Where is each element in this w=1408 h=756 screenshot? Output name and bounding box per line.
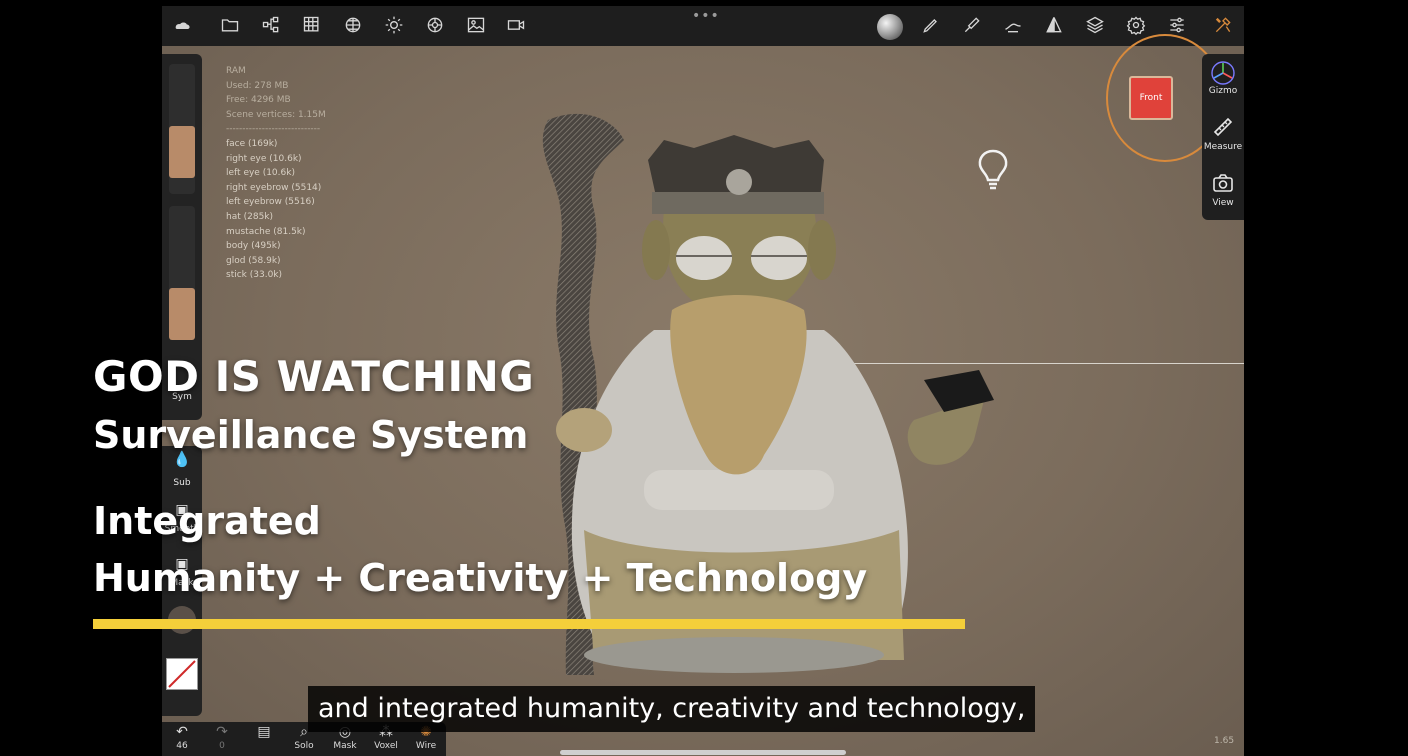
sub-button[interactable]: Sub: [162, 478, 202, 488]
camera-icon: [1202, 172, 1244, 198]
tools-icon[interactable]: [1212, 15, 1234, 37]
measure-button[interactable]: Measure: [1202, 116, 1244, 152]
sphere-topology-icon[interactable]: [342, 15, 364, 37]
settings-gear-icon[interactable]: [1125, 15, 1147, 37]
color-swatch-none[interactable]: [166, 658, 198, 690]
object-entry: hat (285k): [226, 211, 274, 222]
light-bulb-icon[interactable]: [976, 148, 1010, 192]
view-button[interactable]: View: [1202, 172, 1244, 208]
overlay-title: GOD IS WATCHING: [93, 352, 535, 401]
sun-icon[interactable]: [383, 15, 405, 37]
right-panel: Gizmo Measure View: [1202, 54, 1244, 220]
solo-label: Solo: [294, 741, 314, 751]
brush-icon[interactable]: [961, 15, 983, 37]
redo-button[interactable]: ↷ 0: [202, 724, 242, 752]
object-entry: left eye (10.6k): [226, 168, 295, 179]
measure-label: Measure: [1203, 142, 1243, 152]
object-entry: mustache (81.5k): [226, 226, 306, 237]
radius-slider-thumb[interactable]: [169, 126, 195, 178]
layers-icon[interactable]: [1084, 15, 1106, 37]
overlay-subtitle: Surveillance System: [93, 413, 529, 457]
stats-separator: -----------------------------: [226, 124, 321, 135]
ruler-icon: [1202, 116, 1244, 142]
undo-button[interactable]: ↶ 46: [162, 724, 202, 752]
brush-stroke-icon[interactable]: [1002, 15, 1024, 37]
overlay-line-integrated: Integrated: [93, 499, 321, 543]
scene-stats: RAM Used: 278 MB Free: 4296 MB Scene ver…: [226, 64, 326, 283]
gizmo-axes-icon: [1202, 60, 1244, 86]
object-entry: left eyebrow (5516): [226, 197, 315, 208]
intensity-slider-thumb[interactable]: [169, 288, 195, 340]
redo-count: 0: [219, 741, 225, 751]
object-entry: glod (58.9k): [226, 255, 281, 266]
top-toolbar: •••: [162, 6, 1244, 46]
mask-toggle-label: Mask: [333, 741, 357, 751]
cloud-icon[interactable]: [172, 15, 194, 37]
ram-label: RAM: [226, 66, 246, 76]
object-entry: stick (33.0k): [226, 270, 283, 281]
object-entry: right eyebrow (5514): [226, 182, 322, 193]
wire-label: Wire: [415, 741, 437, 751]
gizmo-button[interactable]: Gizmo: [1202, 60, 1244, 96]
ram-used: Used: 278 MB: [226, 80, 289, 91]
menu-dots[interactable]: •••: [692, 8, 720, 24]
video-caption: and integrated humanity, creativity and …: [308, 686, 1036, 732]
overlay-line-humanity: Humanity + Creativity + Technology: [93, 556, 868, 600]
home-indicator[interactable]: [560, 750, 846, 755]
scene-list-button[interactable]: ▤: [244, 724, 284, 740]
video-camera-icon[interactable]: [505, 15, 527, 37]
ram-free: Free: 4296 MB: [226, 95, 291, 106]
material-icon[interactable]: [424, 15, 446, 37]
matcap-sphere-icon[interactable]: [877, 14, 903, 40]
voxel-label: Voxel: [374, 741, 398, 751]
view-label: View: [1212, 198, 1234, 208]
object-entry: right eye (10.6k): [226, 153, 302, 164]
undo-count: 46: [176, 741, 188, 751]
zoom-level: 1.65: [1214, 736, 1235, 746]
pencil-icon[interactable]: [920, 15, 942, 37]
image-icon[interactable]: [465, 15, 487, 37]
gizmo-label: Gizmo: [1208, 86, 1238, 96]
symmetry-icon[interactable]: [1043, 15, 1065, 37]
grid-icon[interactable]: [301, 15, 323, 37]
folder-icon[interactable]: [219, 15, 241, 37]
object-entry: body (495k): [226, 241, 281, 252]
undo-icon: ↶: [176, 724, 188, 740]
scene-tree-icon[interactable]: [260, 15, 282, 37]
object-entry: face (169k): [226, 138, 278, 149]
redo-icon: ↷: [216, 724, 228, 740]
scene-vertices: Scene vertices: 1.15M: [226, 109, 326, 120]
front-view-cube[interactable]: Front: [1129, 76, 1173, 120]
highlight-bar: [93, 619, 965, 629]
list-icon: ▤: [257, 724, 271, 740]
